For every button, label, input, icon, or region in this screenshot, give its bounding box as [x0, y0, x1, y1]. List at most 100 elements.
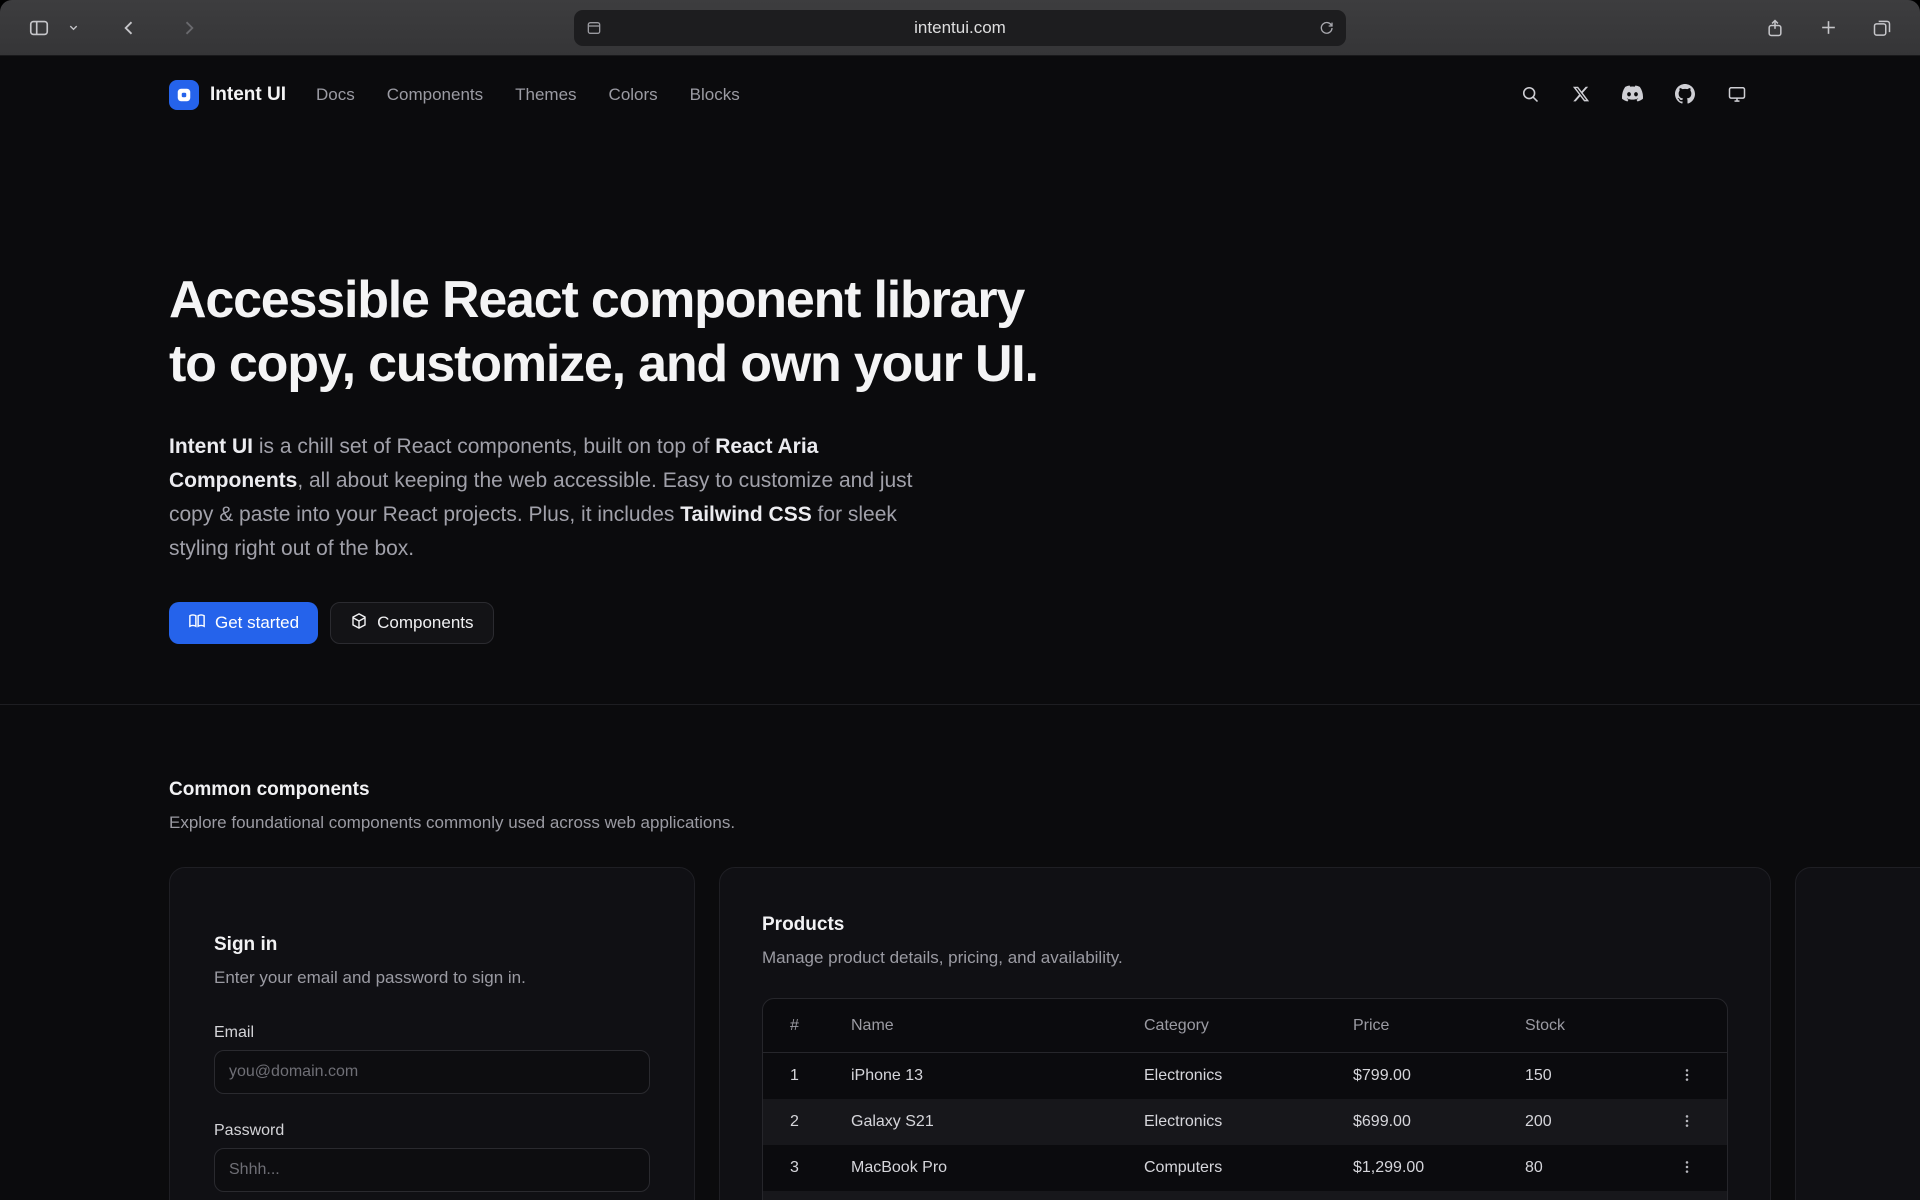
nav-link-themes[interactable]: Themes — [515, 85, 576, 105]
chrome-actions — [1761, 14, 1896, 42]
hero-section: Accessible React component library to co… — [169, 134, 1751, 704]
password-label: Password — [214, 1122, 650, 1140]
search-button[interactable] — [1516, 80, 1544, 111]
column-header-price: Price — [1326, 1017, 1498, 1035]
github-icon — [1675, 84, 1695, 107]
page-title: Accessible React component library to co… — [169, 268, 1751, 396]
url-bar[interactable]: intentui.com — [574, 10, 1346, 46]
hero-description-strong: Intent UI — [169, 435, 253, 458]
column-header-num: # — [763, 1017, 824, 1035]
signin-subtitle: Enter your email and password to sign in… — [214, 968, 650, 988]
cell-price: $799.00 — [1326, 1067, 1498, 1085]
email-input[interactable] — [214, 1050, 650, 1094]
page-icon — [586, 20, 602, 36]
components-button[interactable]: Components — [330, 602, 493, 644]
cell-price: $699.00 — [1326, 1113, 1498, 1131]
row-actions-button[interactable] — [1675, 1155, 1699, 1182]
cell-num: 3 — [763, 1159, 824, 1177]
forward-button[interactable] — [175, 14, 203, 42]
products-table: #NameCategoryPriceStock 1iPhone 13Electr… — [762, 998, 1728, 1200]
products-card: Products Manage product details, pricing… — [719, 867, 1771, 1200]
sidebar-chevron-button[interactable] — [64, 18, 83, 37]
search-icon — [1520, 84, 1540, 107]
tabs-icon — [1872, 18, 1892, 38]
theme-toggle-button[interactable] — [1723, 80, 1751, 111]
share-icon — [1765, 18, 1785, 38]
cell-category: Electronics — [1117, 1067, 1326, 1085]
box-icon — [350, 612, 368, 635]
cell-name: Galaxy S21 — [824, 1113, 1117, 1131]
signin-title: Sign in — [214, 934, 650, 956]
column-header-stock: Stock — [1498, 1017, 1628, 1035]
brand-logo[interactable]: Intent UI — [169, 80, 286, 110]
discord-icon — [1622, 83, 1643, 107]
components-label: Components — [377, 613, 473, 633]
vertical-dots-icon — [1679, 1067, 1695, 1086]
tabs-overview-button[interactable] — [1868, 14, 1896, 42]
row-actions-button[interactable] — [1675, 1109, 1699, 1136]
site-nav: Intent UI Docs Components Themes Colors Bloc… — [169, 56, 1751, 134]
nav-icons — [1516, 79, 1751, 111]
refresh-icon — [1318, 20, 1334, 36]
share-button[interactable] — [1761, 14, 1789, 42]
new-tab-button[interactable] — [1815, 14, 1842, 41]
url-text: intentui.com — [574, 18, 1346, 38]
partial-card — [1795, 867, 1920, 1200]
password-input[interactable] — [214, 1148, 650, 1192]
sidebar-icon — [28, 17, 50, 39]
cell-actions — [1628, 1109, 1727, 1136]
cell-actions — [1628, 1155, 1727, 1182]
hero-description-strong: Tailwind CSS — [680, 503, 811, 526]
sidebar-toggle-button[interactable] — [24, 13, 54, 43]
cell-name: MacBook Pro — [824, 1159, 1117, 1177]
common-components-section: Common components Explore foundational c… — [0, 705, 1920, 1200]
email-label: Email — [214, 1024, 650, 1042]
cell-name: iPhone 13 — [824, 1067, 1117, 1085]
row-actions-button[interactable] — [1675, 1063, 1699, 1090]
products-subtitle: Manage product details, pricing, and ava… — [762, 948, 1728, 968]
get-started-label: Get started — [215, 613, 299, 633]
monitor-icon — [1727, 84, 1747, 107]
refresh-button[interactable] — [1314, 16, 1338, 40]
section-subtitle: Explore foundational components commonly… — [169, 813, 1751, 833]
cell-category: Computers — [1117, 1159, 1326, 1177]
chevron-down-icon — [68, 22, 79, 33]
brand-name: Intent UI — [210, 84, 286, 106]
cell-actions — [1628, 1063, 1727, 1090]
page-content: Intent UI Docs Components Themes Colors Bloc… — [0, 56, 1920, 1200]
discord-link[interactable] — [1618, 79, 1647, 111]
github-link[interactable] — [1671, 80, 1699, 111]
column-header-name: Name — [824, 1017, 1117, 1035]
vertical-dots-icon — [1679, 1159, 1695, 1178]
cell-category: Electronics — [1117, 1113, 1326, 1131]
hero-description-text: is a chill set of React components, buil… — [253, 435, 715, 458]
table-row: 2Galaxy S21Electronics$699.00200 — [763, 1099, 1727, 1145]
back-button[interactable] — [115, 14, 143, 42]
title-line-2: to copy, customize, and own your UI. — [169, 335, 1038, 393]
section-title: Common components — [169, 779, 1751, 801]
column-header-category: Category — [1117, 1017, 1326, 1035]
cards-row: Sign in Enter your email and password to… — [169, 867, 1751, 1200]
products-table-header-row: #NameCategoryPriceStock — [763, 999, 1727, 1053]
x-link[interactable] — [1568, 81, 1594, 110]
get-started-button[interactable]: Get started — [169, 602, 318, 644]
hero-actions: Get started Components — [169, 602, 1751, 644]
table-row: 3MacBook ProComputers$1,299.0080 — [763, 1145, 1727, 1191]
chevron-right-icon — [179, 18, 199, 38]
browser-chrome: intentui.com — [0, 0, 1920, 56]
chevron-left-icon — [119, 18, 139, 38]
cell-price: $1,299.00 — [1326, 1159, 1498, 1177]
cell-stock: 150 — [1498, 1067, 1628, 1085]
nav-link-components[interactable]: Components — [387, 85, 483, 105]
cell-num: 2 — [763, 1113, 824, 1131]
nav-link-docs[interactable]: Docs — [316, 85, 355, 105]
table-row: 1iPhone 13Electronics$799.00150 — [763, 1053, 1727, 1099]
nav-link-colors[interactable]: Colors — [609, 85, 658, 105]
title-line-1: Accessible React component library — [169, 271, 1024, 329]
cell-stock: 80 — [1498, 1159, 1628, 1177]
products-title: Products — [762, 914, 1728, 936]
nav-links: Docs Components Themes Colors Blocks — [316, 85, 740, 105]
hero-description: Intent UI is a chill set of React compon… — [169, 430, 917, 566]
products-table-body: 1iPhone 13Electronics$799.00150 2Galaxy S… — [763, 1053, 1727, 1200]
nav-link-blocks[interactable]: Blocks — [690, 85, 740, 105]
